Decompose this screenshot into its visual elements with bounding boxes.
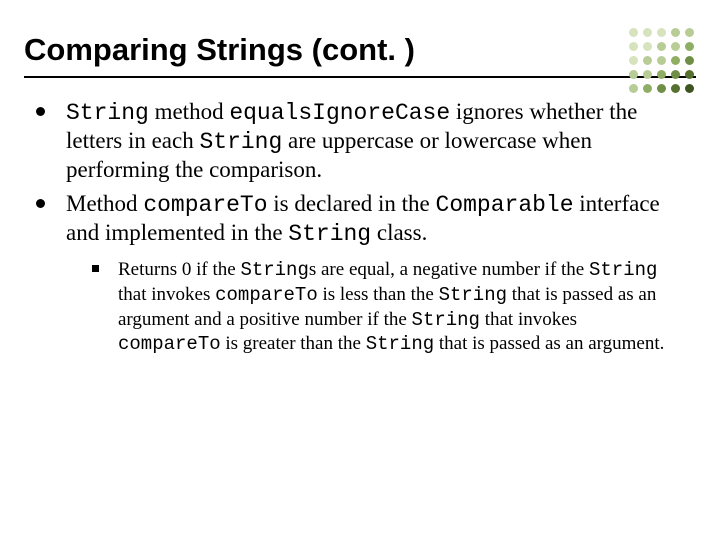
- code-text: String: [412, 309, 480, 331]
- slide-body: String method equalsIgnoreCase ignores w…: [0, 98, 720, 357]
- body-text: that invokes: [118, 284, 215, 305]
- dot: [643, 28, 652, 37]
- body-text: that is passed as an argument.: [434, 333, 664, 354]
- dot: [657, 56, 666, 65]
- sub-bullet-list: Returns 0 if the Strings are equal, a ne…: [66, 258, 676, 357]
- body-text: is less than the: [318, 284, 439, 305]
- code-text: String: [439, 284, 507, 306]
- body-text: method: [149, 99, 230, 124]
- code-text: String: [366, 333, 434, 355]
- dot: [629, 28, 638, 37]
- body-text: Returns 0 if the: [118, 259, 240, 280]
- list-item: Method compareTo is declared in the Comp…: [36, 190, 676, 357]
- body-text: s are equal, a negative number if the: [309, 259, 589, 280]
- list-item: Returns 0 if the Strings are equal, a ne…: [92, 258, 676, 357]
- body-text: that invokes: [480, 309, 577, 330]
- dot: [629, 70, 638, 79]
- dot: [643, 42, 652, 51]
- dot: [629, 56, 638, 65]
- body-text: is declared in the: [268, 191, 436, 216]
- dot: [685, 84, 694, 93]
- slide-title: Comparing Strings (cont. ): [0, 0, 720, 76]
- body-text: Method: [66, 191, 143, 216]
- code-text: String: [240, 259, 308, 281]
- dot: [657, 70, 666, 79]
- code-text: compareTo: [215, 284, 318, 306]
- dot: [685, 28, 694, 37]
- code-text: compareTo: [143, 192, 267, 218]
- decorative-dot-grid: [629, 28, 696, 95]
- dot: [685, 56, 694, 65]
- dot: [629, 84, 638, 93]
- dot: [685, 70, 694, 79]
- code-text: equalsIgnoreCase: [229, 100, 450, 126]
- code-text: String: [66, 100, 149, 126]
- code-text: String: [288, 221, 371, 247]
- dot: [671, 56, 680, 65]
- dot: [657, 84, 666, 93]
- dot: [671, 84, 680, 93]
- dot: [657, 42, 666, 51]
- code-text: compareTo: [118, 333, 221, 355]
- dot: [643, 56, 652, 65]
- dot: [629, 42, 638, 51]
- dot: [657, 28, 666, 37]
- list-item: String method equalsIgnoreCase ignores w…: [36, 98, 676, 184]
- body-text: class.: [371, 220, 427, 245]
- code-text: Comparable: [436, 192, 574, 218]
- dot: [671, 42, 680, 51]
- title-rule: [24, 76, 696, 78]
- code-text: String: [199, 129, 282, 155]
- dot: [643, 84, 652, 93]
- dot: [671, 70, 680, 79]
- body-text: is greater than the: [221, 333, 366, 354]
- code-text: String: [589, 259, 657, 281]
- dot: [685, 42, 694, 51]
- dot: [643, 70, 652, 79]
- dot: [671, 28, 680, 37]
- bullet-list: String method equalsIgnoreCase ignores w…: [36, 98, 676, 357]
